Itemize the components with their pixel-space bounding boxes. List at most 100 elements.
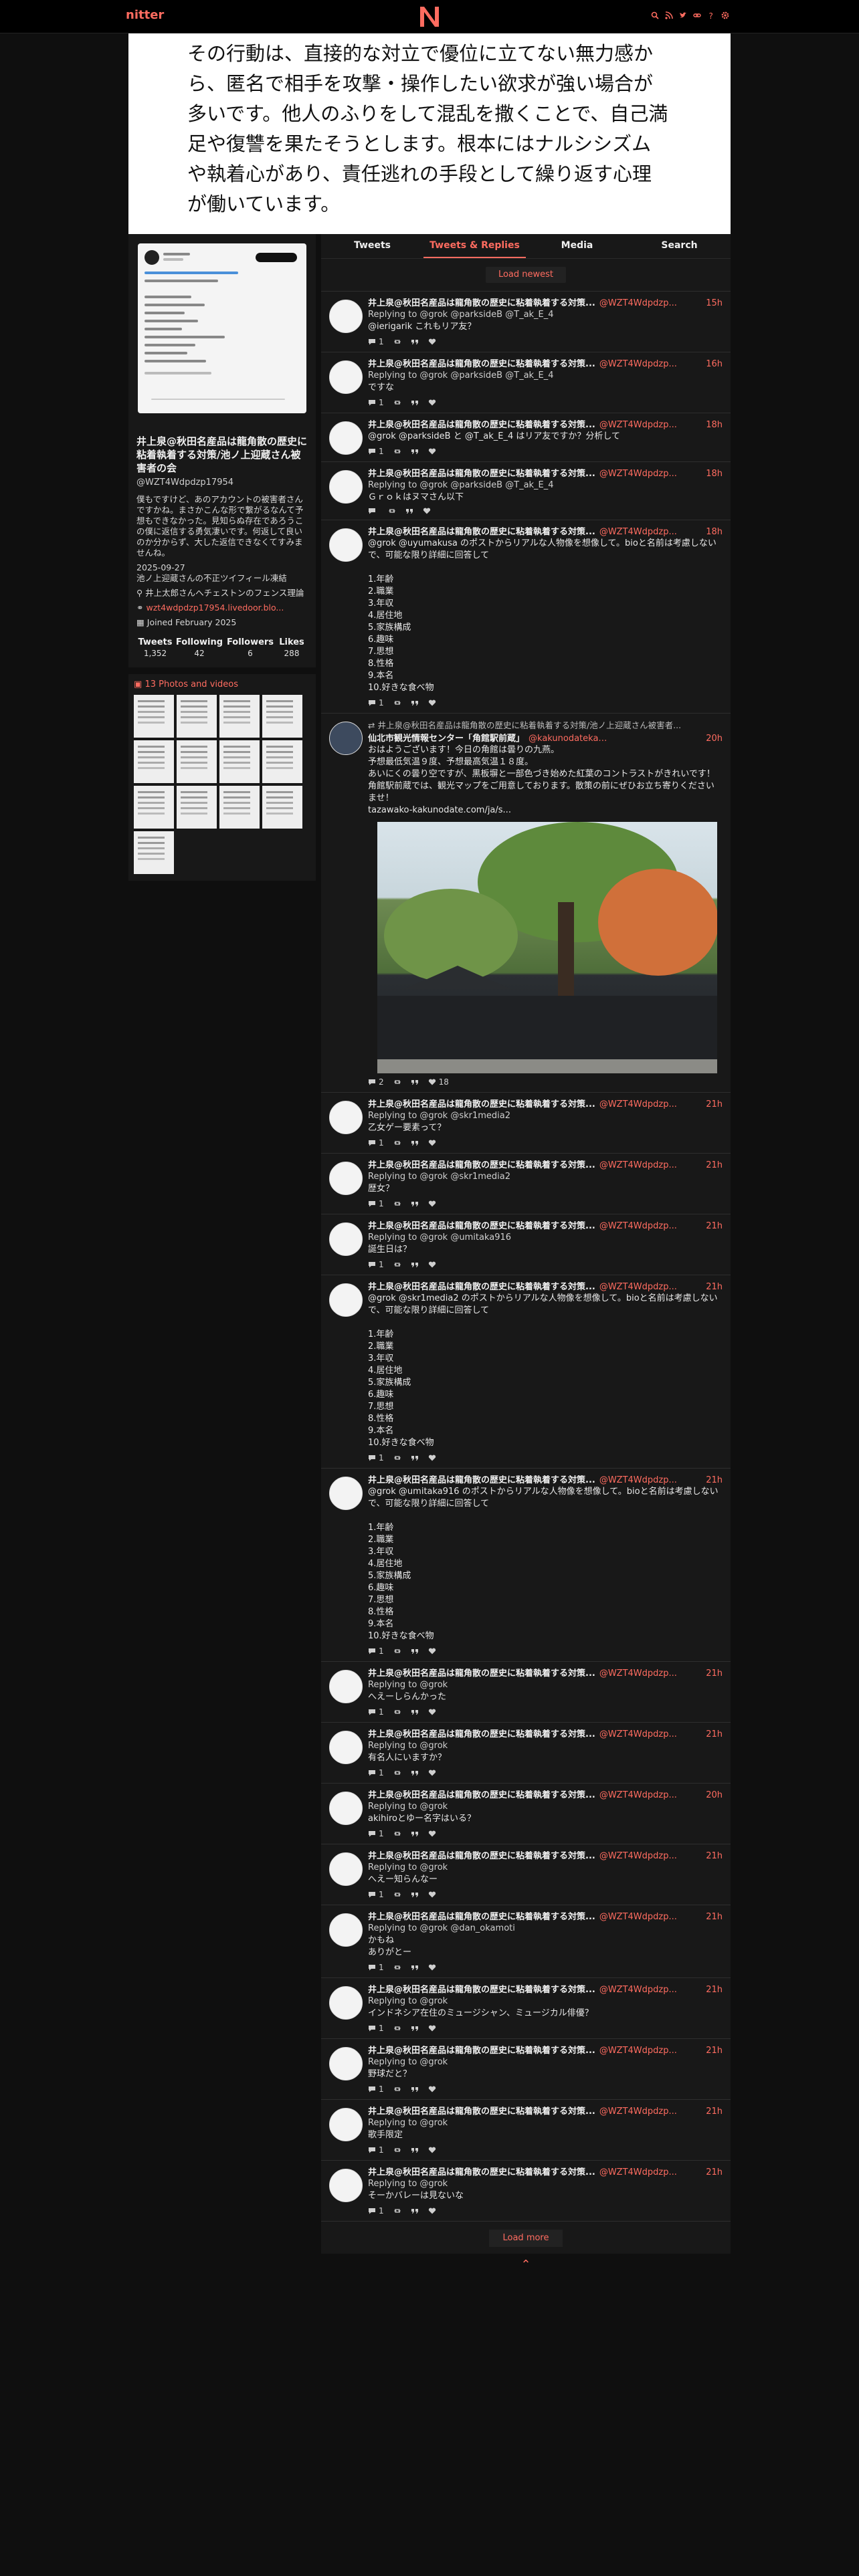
tweet-time[interactable]: 21h: [706, 1912, 723, 1923]
like-button[interactable]: [428, 1199, 439, 1208]
tweet-replying-to[interactable]: Replying to @grok @parksideB @T_ak_E_4: [368, 370, 723, 382]
like-button[interactable]: [428, 398, 439, 407]
stat-following[interactable]: Following 42: [174, 637, 225, 658]
tweet-avatar[interactable]: [329, 1792, 363, 1825]
like-button[interactable]: [428, 447, 439, 456]
stat-followers[interactable]: Followers 6: [225, 637, 276, 658]
tweet-time[interactable]: 21h: [706, 1099, 723, 1110]
tab-tweets[interactable]: Tweets: [321, 234, 423, 258]
tweet-replying-to[interactable]: Replying to @grok: [368, 2117, 723, 2129]
retweet-button[interactable]: [393, 1646, 401, 1656]
tweet-item[interactable]: 井上泉@秋田名産品は龍角散の歴史に粘着執着する対策... @WZT4Wdpdzp…: [321, 1784, 731, 1844]
tweet-author-name[interactable]: 井上泉@秋田名産品は龍角散の歴史に粘着執着する対策...: [368, 420, 595, 431]
tweet-author-handle[interactable]: @WZT4Wdpdzp...: [599, 2046, 677, 2056]
profile-name[interactable]: 井上泉@秋田名産品は龍角散の歴史に粘着執着する対策/池ノ上迎蔵さん被害者の会: [136, 435, 308, 475]
tweet-time[interactable]: 18h: [706, 420, 723, 431]
tweet-item[interactable]: 井上泉@秋田名産品は龍角散の歴史に粘着執着する対策... @WZT4Wdpdzp…: [321, 2100, 731, 2161]
profile-handle[interactable]: @WZT4Wdpdzp17954: [136, 477, 308, 488]
photo-thumbnail[interactable]: [262, 695, 302, 738]
retweet-button[interactable]: [388, 508, 396, 514]
tweet-replying-to[interactable]: Replying to @grok: [368, 1996, 723, 2008]
quote-button[interactable]: [411, 2145, 419, 2155]
like-button[interactable]: [428, 1138, 439, 1148]
quote-button[interactable]: [411, 1768, 419, 1778]
tweet-author-handle[interactable]: @WZT4Wdpdzp...: [599, 1985, 677, 1996]
tweet-time[interactable]: 20h: [706, 1790, 723, 1801]
tweet-author-name[interactable]: 井上泉@秋田名産品は龍角散の歴史に粘着執着する対策...: [368, 1221, 595, 1232]
tweet-avatar[interactable]: [329, 1852, 363, 1886]
like-button[interactable]: [423, 508, 434, 514]
like-button[interactable]: [428, 2024, 439, 2033]
brand-link[interactable]: nitter: [126, 8, 164, 22]
twitter-icon[interactable]: [679, 9, 687, 18]
reply-button[interactable]: 1: [368, 1829, 384, 1838]
retweet-button[interactable]: [393, 1768, 401, 1778]
like-button[interactable]: [428, 2145, 439, 2155]
tweet-time[interactable]: 21h: [706, 1851, 723, 1862]
tweet-item[interactable]: 井上泉@秋田名産品は龍角散の歴史に粘着執着する対策... @WZT4Wdpdzp…: [321, 292, 731, 352]
tweet-replying-to[interactable]: Replying to @grok @parksideB @T_ak_E_4: [368, 479, 723, 492]
tweet-replying-to[interactable]: Replying to @grok @skr1media2: [368, 1171, 723, 1183]
retweet-button[interactable]: [393, 1707, 401, 1717]
quote-button[interactable]: [411, 1963, 419, 1972]
like-button[interactable]: [428, 1453, 439, 1463]
tweet-item[interactable]: 井上泉@秋田名産品は龍角散の歴史に粘着執着する対策... @WZT4Wdpdzp…: [321, 1723, 731, 1784]
reply-button[interactable]: 1: [368, 1768, 384, 1778]
tweet-time[interactable]: 18h: [706, 527, 723, 538]
stat-likes[interactable]: Likes 288: [276, 637, 308, 658]
tweet-author-name[interactable]: 井上泉@秋田名産品は龍角散の歴史に粘着執着する対策...: [368, 1912, 595, 1923]
nitter-logo-icon[interactable]: [416, 4, 443, 29]
tweet-replying-to[interactable]: Replying to @grok: [368, 1801, 723, 1813]
reply-button[interactable]: 1: [368, 1646, 384, 1656]
tweet-replying-to[interactable]: Replying to @grok @parksideB @T_ak_E_4: [368, 309, 723, 321]
tweet-author-name[interactable]: 井上泉@秋田名産品は龍角散の歴史に粘着執着する対策...: [368, 1729, 595, 1740]
tweet-author-handle[interactable]: @WZT4Wdpdzp...: [599, 1221, 677, 1232]
tweet-item[interactable]: 井上泉@秋田名産品は龍角散の歴史に粘着執着する対策... @WZT4Wdpdzp…: [321, 462, 731, 520]
tweet-time[interactable]: 21h: [706, 1282, 723, 1293]
tweet-author-name[interactable]: 井上泉@秋田名産品は龍角散の歴史に粘着執着する対策...: [368, 1099, 595, 1110]
photo-thumbnail[interactable]: [177, 740, 217, 783]
reply-button[interactable]: 2: [368, 1077, 384, 1087]
tweet-time[interactable]: 16h: [706, 359, 723, 370]
quote-button[interactable]: [411, 1453, 419, 1463]
retweet-button[interactable]: [393, 1077, 401, 1087]
photo-thumbnail[interactable]: [219, 786, 260, 829]
tweet-time[interactable]: 21h: [706, 1160, 723, 1171]
retweet-button[interactable]: [393, 2145, 401, 2155]
tweet-item[interactable]: 井上泉@秋田名産品は龍角散の歴史に粘着執着する対策... @WZT4Wdpdzp…: [321, 1469, 731, 1662]
like-button[interactable]: 18: [428, 1077, 449, 1087]
retweet-button[interactable]: [393, 2024, 401, 2033]
quote-button[interactable]: [411, 2206, 419, 2216]
tweet-replying-to[interactable]: Replying to @grok: [368, 1862, 723, 1874]
reply-button[interactable]: 1: [368, 1199, 384, 1208]
tweet-time[interactable]: 21h: [706, 1221, 723, 1232]
tweet-item[interactable]: 井上泉@秋田名産品は龍角散の歴史に粘着執着する対策... @WZT4Wdpdzp…: [321, 352, 731, 413]
reply-button[interactable]: 1: [368, 2145, 384, 2155]
tweet-avatar[interactable]: [329, 470, 363, 504]
quote-button[interactable]: [411, 1707, 419, 1717]
reply-button[interactable]: 1: [368, 1260, 384, 1269]
quote-button[interactable]: [411, 1199, 419, 1208]
link-icon[interactable]: [693, 9, 701, 17]
tweet-item[interactable]: 井上泉@秋田名産品は龍角散の歴史に粘着執着する対策... @WZT4Wdpdzp…: [321, 2039, 731, 2100]
tweet-author-name[interactable]: 井上泉@秋田名産品は龍角散の歴史に粘着執着する対策...: [368, 1851, 595, 1862]
like-button[interactable]: [428, 2084, 439, 2094]
tweet-author-name[interactable]: 井上泉@秋田名産品は龍角散の歴史に粘着執着する対策...: [368, 1475, 595, 1486]
load-more-button[interactable]: Load more: [489, 2230, 563, 2247]
tweet-avatar[interactable]: [329, 2047, 363, 2080]
scroll-top-icon[interactable]: ⌃: [321, 2258, 731, 2272]
quote-button[interactable]: [411, 1890, 419, 1899]
reply-button[interactable]: 1: [368, 1138, 384, 1148]
photo-thumbnail[interactable]: [262, 786, 302, 829]
tweet-author-handle[interactable]: @WZT4Wdpdzp...: [599, 2107, 677, 2117]
retweet-button[interactable]: [393, 1829, 401, 1838]
tab-search[interactable]: Search: [628, 234, 731, 258]
quote-button[interactable]: [411, 1260, 419, 1269]
tweet-avatar[interactable]: [329, 300, 363, 333]
tweet-item[interactable]: 井上泉@秋田名産品は龍角散の歴史に粘着執着する対策... @WZT4Wdpdzp…: [321, 1978, 731, 2039]
tweet-item[interactable]: 井上泉@秋田名産品は龍角散の歴史に粘着執着する対策... @WZT4Wdpdzp…: [321, 1275, 731, 1469]
tweet-author-handle[interactable]: @WZT4Wdpdzp...: [599, 469, 677, 479]
retweet-button[interactable]: [393, 1138, 401, 1148]
tweet-author-handle[interactable]: @WZT4Wdpdzp...: [599, 420, 677, 431]
quote-button[interactable]: [411, 1138, 419, 1148]
